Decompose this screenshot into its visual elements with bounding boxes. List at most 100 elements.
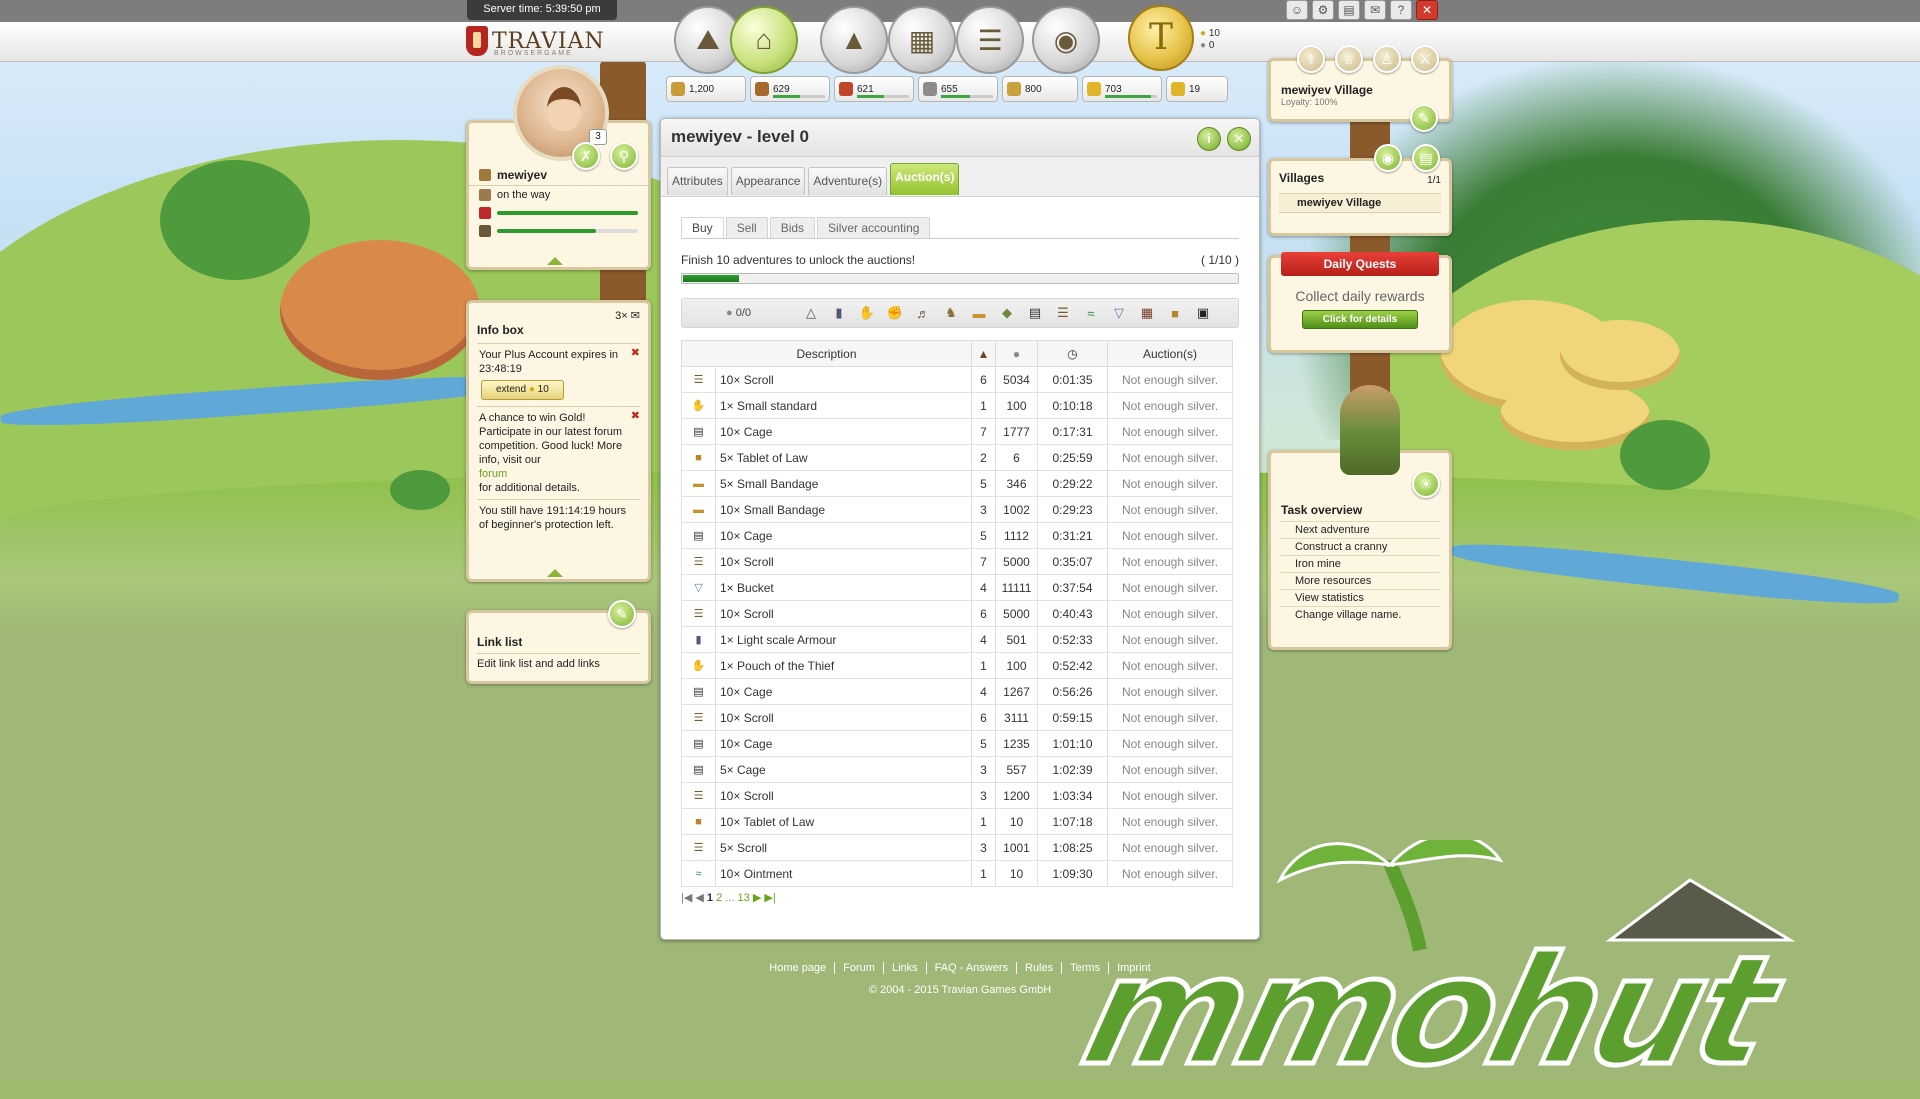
alliance-icon[interactable]: ⚕ [1297,45,1325,73]
map-icon[interactable]: ▲ [820,6,888,74]
table-row[interactable]: ☰ 10× Scroll 6 5000 0:40:43 Not enough silver… [681,600,1233,627]
footer-link-rules[interactable]: Rules [1017,962,1063,974]
help-icon[interactable]: ? [1390,0,1412,20]
statistics-icon[interactable]: ▦ [888,6,956,74]
footer-link-links[interactable]: Links [884,962,927,974]
page-link[interactable]: 2 [716,892,722,904]
table-row[interactable]: ▤ 5× Cage 3 557 1:02:39 Not enough silver. [681,756,1233,783]
header-description[interactable]: Description [681,340,972,367]
tablet-filter-icon[interactable]: ■ [1164,302,1186,324]
close-icon[interactable]: ✖ [631,409,640,423]
tab-auctions[interactable]: Auction(s) [890,163,960,195]
military-icon[interactable]: ⚔ [1411,45,1439,73]
next-page-icon[interactable]: ▶ [753,892,761,904]
daily-quests-button[interactable]: Click for details [1301,310,1419,329]
tab-adventures[interactable]: Adventure(s) [808,167,888,195]
footer-link-faq[interactable]: FAQ - Answers [927,962,1017,974]
subtab-bids[interactable]: Bids [769,217,816,238]
hero-adventure-icon[interactable]: ✗ [572,142,600,170]
prev-page-icon[interactable]: ◀ [695,892,703,904]
table-row[interactable]: ▤ 10× Cage 5 1112 0:31:21 Not enough silver. [681,522,1233,549]
right-hand-filter-icon[interactable]: ✊ [884,302,906,324]
task-item-village-name[interactable]: Change village name. [1281,606,1439,623]
profile-icon[interactable]: ☺ [1286,0,1308,20]
resource-iron[interactable]: 655 [918,76,998,102]
header-bids[interactable]: ▲ [971,340,996,367]
armour-filter-icon[interactable]: ▮ [828,302,850,324]
resource-crop[interactable]: 703 [1082,76,1162,102]
warehouse-capacity[interactable]: 1,200 [666,76,746,102]
boots-filter-icon[interactable]: ♬ [912,302,934,324]
info-icon[interactable]: i [1197,127,1221,151]
travian-logo[interactable]: TRAVIAN BROWSERGAME [466,22,605,60]
subtab-silver-accounting[interactable]: Silver accounting [817,217,931,238]
table-row[interactable]: ▤ 10× Cage 5 1235 1:01:10 Not enough silver. [681,730,1233,757]
table-row[interactable]: ☰ 10× Scroll 6 5034 0:01:35 Not enough silver… [681,366,1233,393]
water-filter-icon[interactable]: ≈ [1080,302,1102,324]
task-item-statistics[interactable]: View statistics [1281,589,1439,606]
extend-button[interactable]: extend ● 10 [481,380,564,400]
helmet-filter-icon[interactable]: △ [800,302,822,324]
footer-link-forum[interactable]: Forum [835,962,884,974]
table-row[interactable]: ☰ 10× Scroll 7 5000 0:35:07 Not enough silver… [681,548,1233,575]
hero-search-icon[interactable]: ⚲ [610,142,638,170]
settings-icon[interactable]: ⚙ [1312,0,1334,20]
subtab-sell[interactable]: Sell [725,217,768,238]
footer-link-home[interactable]: Home page [761,962,836,974]
messages-seal-icon[interactable]: ◉ [1032,6,1100,74]
table-row[interactable]: ▬ 5× Small Bandage 5 346 0:29:22 Not enough s… [681,470,1233,497]
header-auctions[interactable]: Auction(s) [1107,340,1233,367]
clay-pit-field[interactable] [280,240,480,380]
eye-icon[interactable]: ◉ [1374,144,1402,172]
artwork-filter-icon[interactable]: ▣ [1192,302,1214,324]
bandage-filter-icon[interactable]: ▬ [968,302,990,324]
scroll-filter-icon[interactable]: ☰ [1052,302,1074,324]
collapse-arrow-icon[interactable] [547,257,563,265]
cage-filter-icon[interactable]: ▤ [1024,302,1046,324]
close-icon[interactable]: ✕ [1227,127,1251,151]
cropland-field-3[interactable] [1560,320,1680,390]
header-silver[interactable]: ● [995,340,1038,367]
subtab-buy[interactable]: Buy [681,217,724,238]
tab-attributes[interactable]: Attributes [667,167,728,195]
messages-icon[interactable]: ✉ [1364,0,1386,20]
overview-icon[interactable]: ▤ [1412,144,1440,172]
table-row[interactable]: ▤ 10× Cage 4 1267 0:56:26 Not enough silver. [681,678,1233,705]
logout-icon[interactable]: ✕ [1416,0,1438,20]
table-row[interactable]: ✋ 1× Small standard 1 100 0:10:18 Not enough … [681,392,1233,419]
edit-icon[interactable]: ✎ [608,600,636,628]
horse-filter-icon[interactable]: ♞ [940,302,962,324]
village-center-icon[interactable]: ⌂ [730,6,798,74]
left-hand-filter-icon[interactable]: ✋ [856,302,878,324]
table-row[interactable]: ■ 10× Tablet of Law 1 10 1:07:18 Not enough s… [681,808,1233,835]
table-row[interactable]: ▤ 10× Cage 7 1777 0:17:31 Not enough silver. [681,418,1233,445]
table-row[interactable]: ■ 5× Tablet of Law 2 6 0:25:59 Not enough sil… [681,444,1233,471]
village-name[interactable]: mewiyev Village [1281,83,1439,97]
book-filter-icon[interactable]: ▦ [1136,302,1158,324]
task-item-iron-mine[interactable]: Iron mine [1281,555,1439,572]
table-row[interactable]: ☰ 10× Scroll 3 1200 1:03:34 Not enough silver… [681,782,1233,809]
hint-bulb-icon[interactable]: ☀ [1412,470,1440,498]
ointment-filter-icon[interactable]: ◆ [996,302,1018,324]
reports-icon[interactable]: ▤ [1338,0,1360,20]
table-row[interactable]: ▽ 1× Bucket 4 11111 0:37:54 Not enough silver… [681,574,1233,601]
collapse-arrow-icon[interactable] [547,569,563,577]
header-time[interactable]: ◷ [1037,340,1108,367]
crop-balance[interactable]: 19 [1166,76,1228,102]
forum-link[interactable]: forum [479,467,638,481]
tab-appearance[interactable]: Appearance [730,167,806,195]
task-item-more-resources[interactable]: More resources [1281,572,1439,589]
mail-icon[interactable]: ✉ [631,310,640,322]
close-icon[interactable]: ✖ [631,346,640,360]
table-row[interactable]: ✋ 1× Pouch of the Thief 1 100 0:52:42 Not eno… [681,652,1233,679]
gold-shop-icon[interactable]: T [1128,5,1194,71]
page-current[interactable]: 1 [707,892,713,904]
task-item-cranny[interactable]: Construct a cranny [1281,538,1439,555]
edit-village-icon[interactable]: ✎ [1410,104,1438,132]
reports-scroll-icon[interactable]: ☰ [956,6,1024,74]
resource-clay[interactable]: 621 [834,76,914,102]
table-row[interactable]: ▬ 10× Small Bandage 3 1002 0:29:23 Not enough… [681,496,1233,523]
bucket-filter-icon[interactable]: ▽ [1108,302,1130,324]
resource-wood[interactable]: 629 [750,76,830,102]
link-list-edit[interactable]: Edit link list and add links [477,658,640,670]
